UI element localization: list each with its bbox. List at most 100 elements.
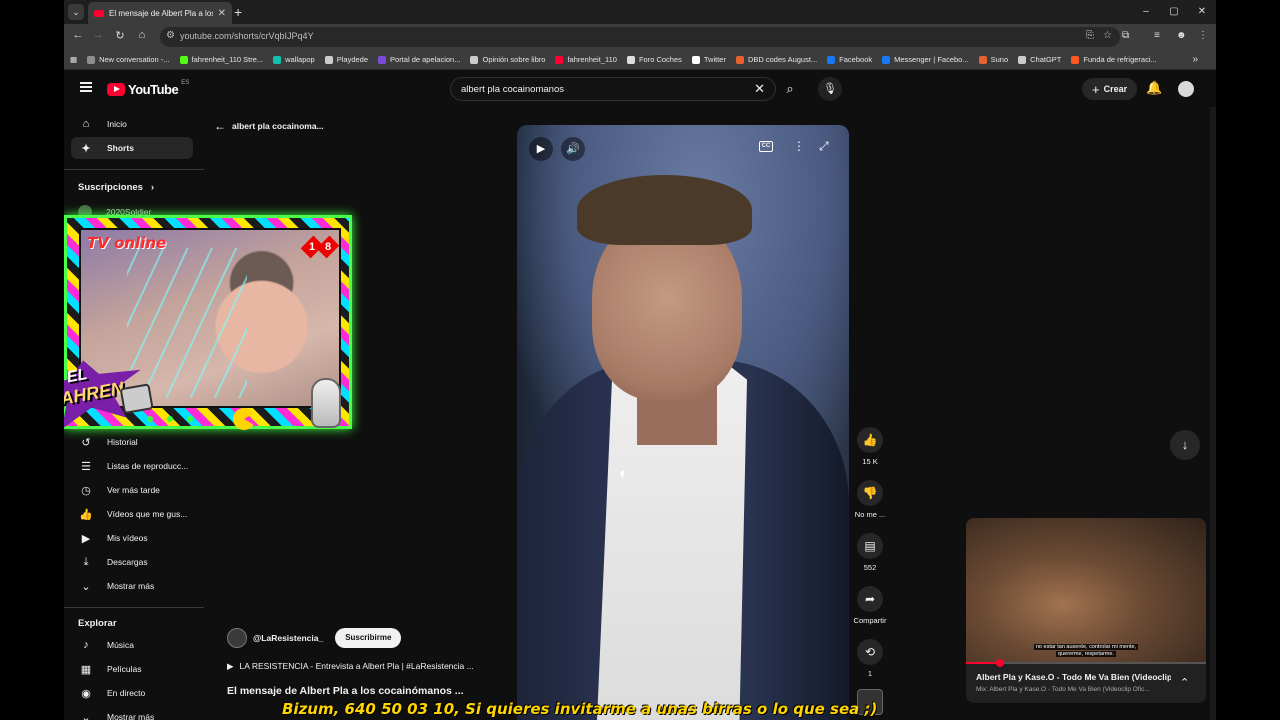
clear-search-icon[interactable]: ✕ [754,81,765,97]
bookmark-item[interactable]: Foro Coches [626,55,682,64]
new-tab-button[interactable]: + [234,4,242,20]
playlist-icon: ☰ [81,460,91,473]
bookmark-item[interactable]: wallapop [273,55,315,64]
install-app-icon[interactable]: ⎘ [1086,30,1094,41]
bookmark-label: Twitter [703,55,726,64]
progress-knob[interactable] [995,659,1004,667]
miniplayer-progress-bar[interactable] [966,659,1206,667]
maximize-button[interactable]: ▢ [1160,0,1188,24]
dislike-button[interactable]: 👎 No me ... [850,480,890,519]
bookmark-item[interactable]: fahrenheit_110 Stre... [179,55,263,64]
play-icon[interactable]: ▶ [529,137,553,161]
volume-icon[interactable]: 🔊 [561,137,585,161]
more-bookmarks-icon[interactable]: » [1192,54,1198,65]
bookmark-item[interactable]: Playdede [324,55,368,64]
sidebar-item-music[interactable]: ♪ Música [71,634,193,656]
hamburger-menu-icon[interactable] [80,82,92,92]
remix-button[interactable]: ⟲ 1 [850,639,890,678]
sidebar-item-download[interactable]: ⤓ Descargas [71,551,193,573]
miniplayer[interactable]: no estar tan ausente, controlar mi mente… [966,518,1206,703]
miniplayer-video[interactable] [966,518,1206,663]
bookmark-item[interactable]: Portal de apelacion... [378,55,460,64]
bookmark-item[interactable]: DBD codes August... [735,55,818,64]
back-arrow-icon[interactable]: ← [70,29,86,41]
miniplayer-playlist: Mix: Albert Pla y Kase.O - Todo Me Va Bi… [976,686,1150,693]
streamer-webcam-overlay: TV online 1 8 EL FAHREN [64,215,354,441]
youtube-logo[interactable]: YouTube ES [107,80,189,97]
notifications-bell-icon[interactable]: 🔔 [1146,80,1162,96]
reload-icon[interactable]: ↻ [112,29,128,42]
explore-heading: Explorar [78,618,117,629]
home-icon[interactable]: ⌂ [134,29,150,41]
profile-icon[interactable]: ☻ [1176,30,1187,41]
back-to-search[interactable]: ← albert pla cocainoma... [214,119,324,133]
sidebar-item-my-videos[interactable]: ▶ Mis vídeos [71,527,193,549]
sidebar-item-chevron-down[interactable]: ⌄ Mostrar más [71,706,193,720]
sidebar-item-clock[interactable]: ◷ Ver más tarde [71,479,193,501]
related-video-link[interactable]: ▶ LA RESISTENCIA - Entrevista a Albert P… [227,661,474,672]
share-button[interactable]: ➦ Compartir [850,586,890,625]
create-button[interactable]: + Crear [1082,78,1138,100]
next-short-button[interactable]: ↓ [1170,430,1200,460]
channel-row: @LaResistencia_ Suscribirme [227,628,402,648]
sidebar-item-playlist[interactable]: ☰ Listas de reproducc... [71,455,193,477]
search-input[interactable]: albert pla cocainomanos [461,84,564,95]
minimize-button[interactable]: – [1132,0,1160,24]
tab-close-icon[interactable]: ✕ [218,8,226,19]
bookmark-star-icon[interactable]: ☆ [1103,30,1112,41]
short-title[interactable]: El mensaje de Albert Pla a los cocainóma… [227,685,464,697]
search-box[interactable]: albert pla cocainomanos ✕ [450,77,776,101]
bookmark-label: DBD codes August... [747,55,818,64]
forward-arrow-icon[interactable]: → [90,29,106,41]
bookmark-item[interactable]: New conversation -... [87,55,170,64]
sidebar-item-thumbs-up[interactable]: 👍 Vídeos que me gus... [71,503,193,525]
comments-button[interactable]: ▤ 552 [850,533,890,572]
tab-active[interactable]: El mensaje de Albert Pla a los c ✕ [88,2,232,24]
sidebar-item-live[interactable]: ◉ En directo [71,682,193,704]
apps-grid-icon[interactable]: ▦ [70,55,77,64]
page-scrollbar[interactable] [1210,107,1216,720]
miniplayer-title[interactable]: Albert Pla y Kase.O - Todo Me Va Bien (V… [976,672,1171,682]
shorts-video-player[interactable]: ▶ 🔊 CC ⋮ ⤢ [517,125,849,720]
like-button[interactable]: 👍 15 K [850,427,890,466]
comment-count: 552 [863,563,877,572]
bookmark-item[interactable]: Suno [978,55,1008,64]
fullscreen-icon[interactable]: ⤢ [819,139,829,154]
media-control-icon[interactable]: ≡ [1154,30,1160,41]
sidebar-item-film[interactable]: ▦ Películas [71,658,193,680]
sidebar-item-chevron-down[interactable]: ⌄ Mostrar más [71,575,193,597]
bookmark-favicon-icon [179,55,188,64]
bookmark-label: Facebook [839,55,873,64]
site-info-icon[interactable]: ⚙ [166,30,175,41]
bookmark-item[interactable]: ChatGPT [1018,55,1061,64]
bookmark-item[interactable]: Facebook [827,55,872,64]
more-options-icon[interactable]: ⋮ [793,139,805,153]
play-small-icon: ▶ [227,661,234,671]
chevron-up-icon[interactable]: ⌃ [1180,676,1189,689]
sidebar-item-shorts[interactable]: ✦ Shorts [71,137,193,159]
bookmark-item[interactable]: Funda de refrigeraci... [1071,55,1157,64]
subscriptions-heading[interactable]: Suscripciones › [78,182,154,193]
close-window-button[interactable]: ✕ [1188,0,1216,24]
extensions-icon[interactable]: ⧉ [1122,30,1129,41]
account-avatar[interactable] [1178,81,1194,97]
bookmark-label: Funda de refrigeraci... [1083,55,1157,64]
bookmark-item[interactable]: Messenger | Facebo... [882,55,969,64]
microphone-icon[interactable]: 🎙 [818,77,842,101]
shorts-icon: ✦ [81,142,91,155]
captions-icon[interactable]: CC [759,141,773,152]
bookmark-item[interactable]: Opinión sobre libro [470,55,545,64]
tab-search-button[interactable]: ⌄ [68,4,84,20]
subscribe-button[interactable]: Suscribirme [335,628,402,648]
sidebar-item-inicio[interactable]: ⌂ Inicio [71,113,193,135]
download-icon: ⤓ [83,555,89,568]
channel-avatar[interactable] [227,628,247,648]
bookmark-item[interactable]: Twitter [691,55,726,64]
address-bar[interactable]: ⚙ youtube.com/shorts/crVqbIJPq4Y ⎘ ☆ [160,27,1120,47]
url-text[interactable]: youtube.com/shorts/crVqbIJPq4Y [180,31,314,41]
search-icon[interactable]: ⌕ [776,77,804,101]
channel-name[interactable]: @LaResistencia_ [253,633,323,643]
bookmark-item[interactable]: fahrenheit_110 [555,55,617,64]
age-digit: 1 [308,241,316,253]
browser-menu-icon[interactable]: ⋮ [1198,30,1208,41]
